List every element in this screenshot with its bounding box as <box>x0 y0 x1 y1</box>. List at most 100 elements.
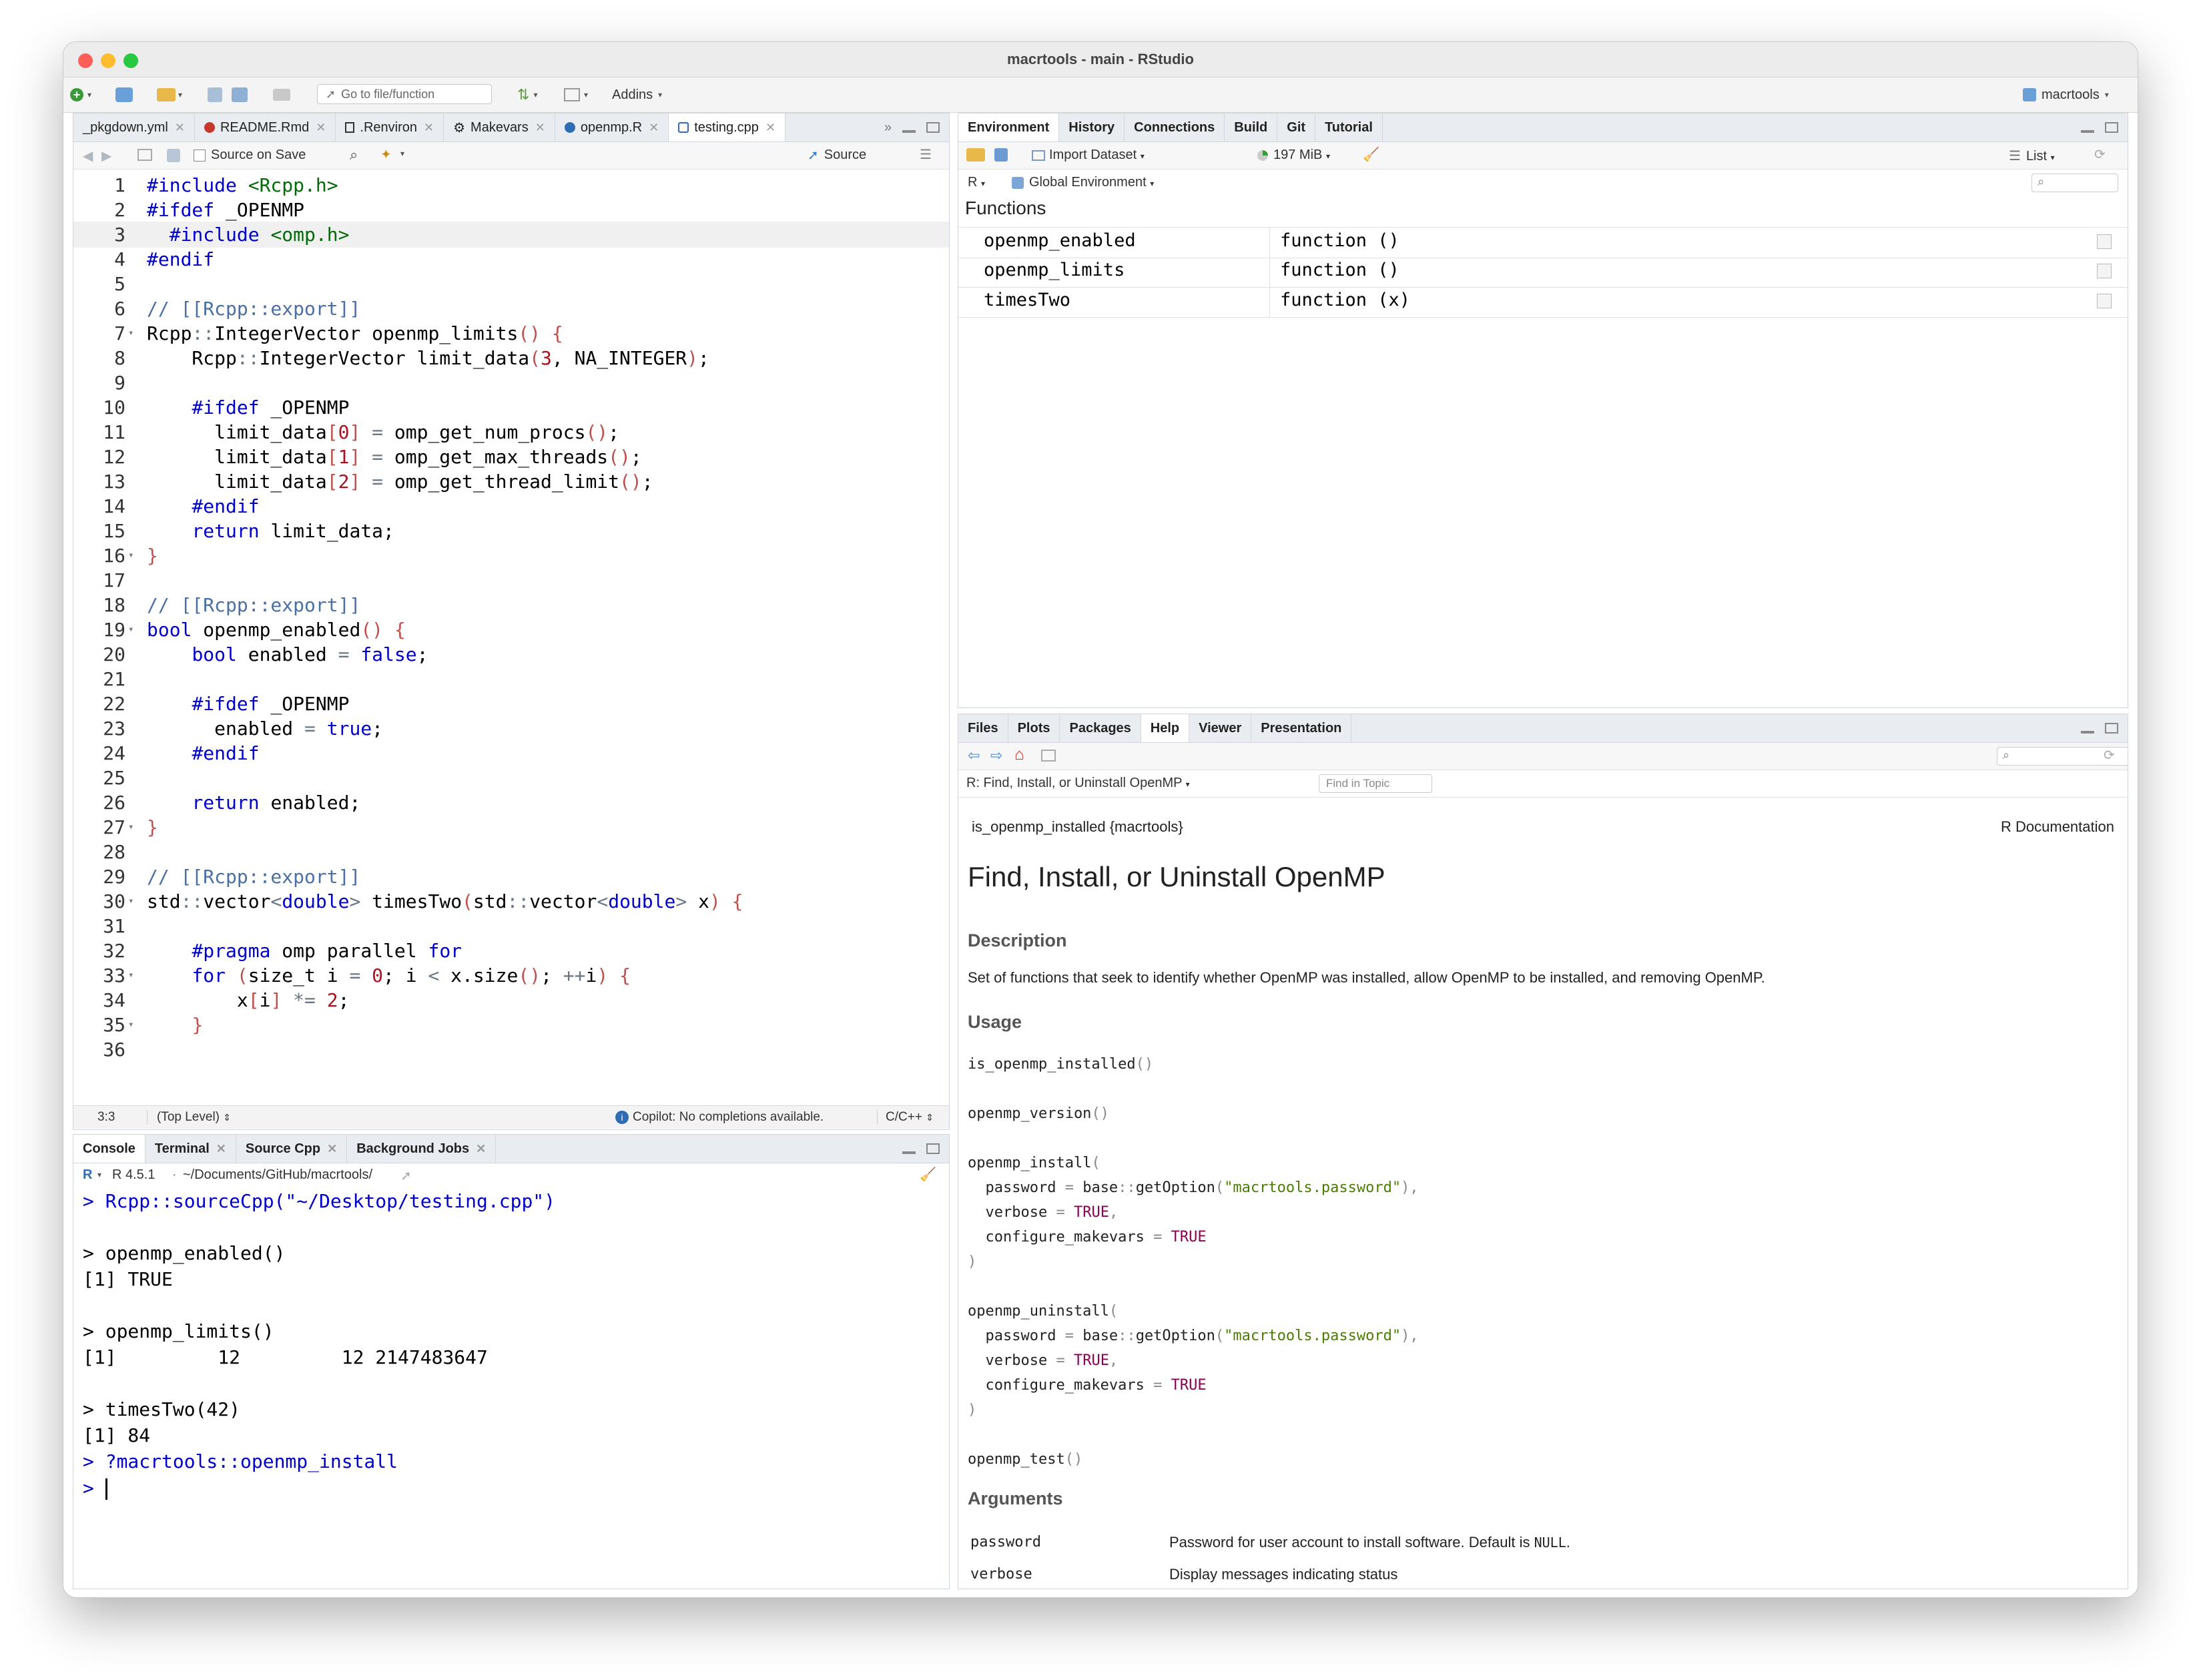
home-icon[interactable]: ⌂ <box>1014 746 1024 764</box>
show-in-window-icon[interactable] <box>137 149 152 161</box>
show-in-window-icon[interactable] <box>1041 750 1056 762</box>
console-output[interactable]: > Rcpp::sourceCpp("~/Desktop/testing.cpp… <box>73 1188 949 1589</box>
view-document-icon[interactable] <box>2097 264 2112 278</box>
close-icon[interactable]: ✕ <box>424 121 434 135</box>
save-button[interactable] <box>208 77 222 112</box>
tab-files[interactable]: Files <box>958 714 1008 742</box>
tab-environment[interactable]: Environment <box>958 113 1060 142</box>
find-in-topic-input[interactable]: Find in Topic <box>1319 774 1432 793</box>
forward-icon[interactable]: ▶ <box>101 148 111 164</box>
tab-history[interactable]: History <box>1059 113 1125 142</box>
minimize-pane-icon[interactable] <box>902 130 916 133</box>
tab-makevars[interactable]: ⚙ Makevars ✕ <box>444 113 555 142</box>
view-document-icon[interactable] <box>2097 294 2112 308</box>
search-icon[interactable]: ⌕ <box>350 146 358 164</box>
project-menu-button[interactable]: macrtools ▾ <box>2023 77 2109 112</box>
tab-git[interactable]: Git <box>1277 113 1316 142</box>
tab-plots[interactable]: Plots <box>1008 714 1060 742</box>
environment-search-input[interactable]: ⌕ <box>2031 174 2118 192</box>
print-button[interactable] <box>273 77 290 112</box>
source-button[interactable]: ➚ Source <box>808 145 866 165</box>
close-icon[interactable]: ✕ <box>327 1142 337 1156</box>
minimize-pane-icon[interactable] <box>2081 130 2094 133</box>
close-icon[interactable]: ✕ <box>175 121 185 135</box>
broom-icon[interactable]: 🧹 <box>1363 146 1379 163</box>
console-prompt[interactable]: > <box>83 1475 107 1501</box>
tab-terminal[interactable]: Terminal ✕ <box>145 1135 236 1163</box>
pane-layout-button[interactable]: ▾ <box>564 77 588 112</box>
vcs-button[interactable]: ⇅ ▾ <box>517 77 537 112</box>
maximize-pane-icon[interactable] <box>2105 122 2118 133</box>
close-icon[interactable]: ✕ <box>216 1142 226 1156</box>
fold-toggle-icon[interactable]: ▾ <box>128 962 133 989</box>
refresh-icon[interactable]: ⟳ <box>2104 747 2115 764</box>
environment-scope-dropdown[interactable]: Global Environment ▾ <box>1012 175 1154 190</box>
tab-help[interactable]: Help <box>1141 714 1190 742</box>
fold-toggle-icon[interactable]: ▾ <box>128 814 133 840</box>
fold-toggle-icon[interactable]: ▾ <box>128 617 133 643</box>
fold-toggle-icon[interactable]: ▾ <box>128 888 133 914</box>
clear-console-icon[interactable]: 🧹 <box>920 1166 936 1183</box>
tab-viewer[interactable]: Viewer <box>1189 714 1252 742</box>
code-editor[interactable]: 1 #include <Rcpp.h> 2 #ifdef _OPENMP 3 #incl… <box>73 170 949 1104</box>
new-file-button[interactable]: + ▾ <box>70 77 91 112</box>
memory-usage-button[interactable]: 197 MiB ▾ <box>1257 148 1330 163</box>
minimize-pane-icon[interactable] <box>2081 731 2094 734</box>
source-on-save-checkbox[interactable] <box>194 150 206 162</box>
tab-background-jobs[interactable]: Background Jobs ✕ <box>347 1135 497 1163</box>
language-selector[interactable]: C/C++ ⇕ <box>877 1110 934 1125</box>
minimize-pane-icon[interactable] <box>902 1151 916 1154</box>
tab-source-cpp[interactable]: Source Cpp ✕ <box>236 1135 348 1163</box>
save-all-button[interactable] <box>232 77 248 112</box>
tab-build[interactable]: Build <box>1225 113 1278 142</box>
forward-icon[interactable]: ⇨ <box>990 747 1002 764</box>
chevron-down-icon[interactable]: ▾ <box>400 149 404 158</box>
import-dataset-button[interactable]: Import Dataset ▾ <box>1032 148 1145 163</box>
close-icon[interactable]: ✕ <box>476 1142 486 1156</box>
tab-tutorial[interactable]: Tutorial <box>1315 113 1383 142</box>
tab-console[interactable]: Console <box>73 1135 145 1163</box>
open-file-button[interactable]: ▾ <box>157 77 182 112</box>
save-icon[interactable] <box>167 149 180 162</box>
close-icon[interactable]: ✕ <box>316 121 326 135</box>
maximize-pane-icon[interactable] <box>2105 723 2118 734</box>
save-workspace-icon[interactable] <box>994 148 1008 162</box>
list-view-button[interactable]: ☰ List ▾ <box>2009 148 2055 164</box>
fold-toggle-icon[interactable]: ▾ <box>128 543 133 569</box>
tab-testing-cpp[interactable]: testing.cpp ✕ <box>669 113 786 142</box>
goto-directory-icon[interactable]: ➚ <box>400 1167 412 1184</box>
tab-pkgdown-yml[interactable]: _pkgdown.yml ✕ <box>73 113 195 142</box>
maximize-pane-icon[interactable] <box>926 1143 940 1154</box>
more-tabs-icon[interactable]: » <box>884 120 892 135</box>
goto-file-input[interactable]: ➚ Go to file/function <box>317 84 492 104</box>
load-workspace-icon[interactable] <box>966 148 985 162</box>
r-logo-icon[interactable]: R <box>83 1167 92 1183</box>
language-dropdown[interactable]: R ▾ <box>968 175 985 190</box>
tab-readme-rmd[interactable]: README.Rmd ✕ <box>195 113 336 142</box>
maximize-pane-icon[interactable] <box>926 122 940 133</box>
back-icon[interactable]: ⇦ <box>968 747 980 764</box>
new-project-button[interactable] <box>115 77 133 112</box>
environment-row[interactable]: openmp_limits function () <box>958 257 2128 288</box>
refresh-icon[interactable]: ⟳ <box>2094 146 2106 163</box>
addins-button[interactable]: Addins ▾ <box>612 77 662 112</box>
view-document-icon[interactable] <box>2097 234 2112 249</box>
back-icon[interactable]: ◀ <box>83 148 93 164</box>
tab-connections[interactable]: Connections <box>1125 113 1225 142</box>
environment-row[interactable]: timesTwo function (x) <box>958 287 2128 318</box>
tab-presentation[interactable]: Presentation <box>1251 714 1352 742</box>
chevron-down-icon[interactable]: ▾ <box>97 1170 101 1179</box>
close-icon[interactable]: ✕ <box>765 121 775 135</box>
fold-toggle-icon[interactable]: ▾ <box>128 320 133 346</box>
outline-icon[interactable]: ☰ <box>920 146 932 163</box>
close-icon[interactable]: ✕ <box>649 121 659 135</box>
environment-row[interactable]: openmp_enabled function () <box>958 227 2128 258</box>
fold-toggle-icon[interactable]: ▾ <box>128 1012 133 1038</box>
close-icon[interactable]: ✕ <box>535 121 545 135</box>
tab-packages[interactable]: Packages <box>1060 714 1141 742</box>
tab-renviron[interactable]: .Renviron ✕ <box>336 113 444 142</box>
tab-openmp-r[interactable]: openmp.R ✕ <box>555 113 669 142</box>
magic-wand-icon[interactable]: ✦ <box>380 146 392 163</box>
scope-indicator[interactable]: (Top Level) ⇕ <box>147 1110 231 1125</box>
help-topic-dropdown[interactable]: R: Find, Install, or Uninstall OpenMP ▾ <box>966 776 1190 791</box>
